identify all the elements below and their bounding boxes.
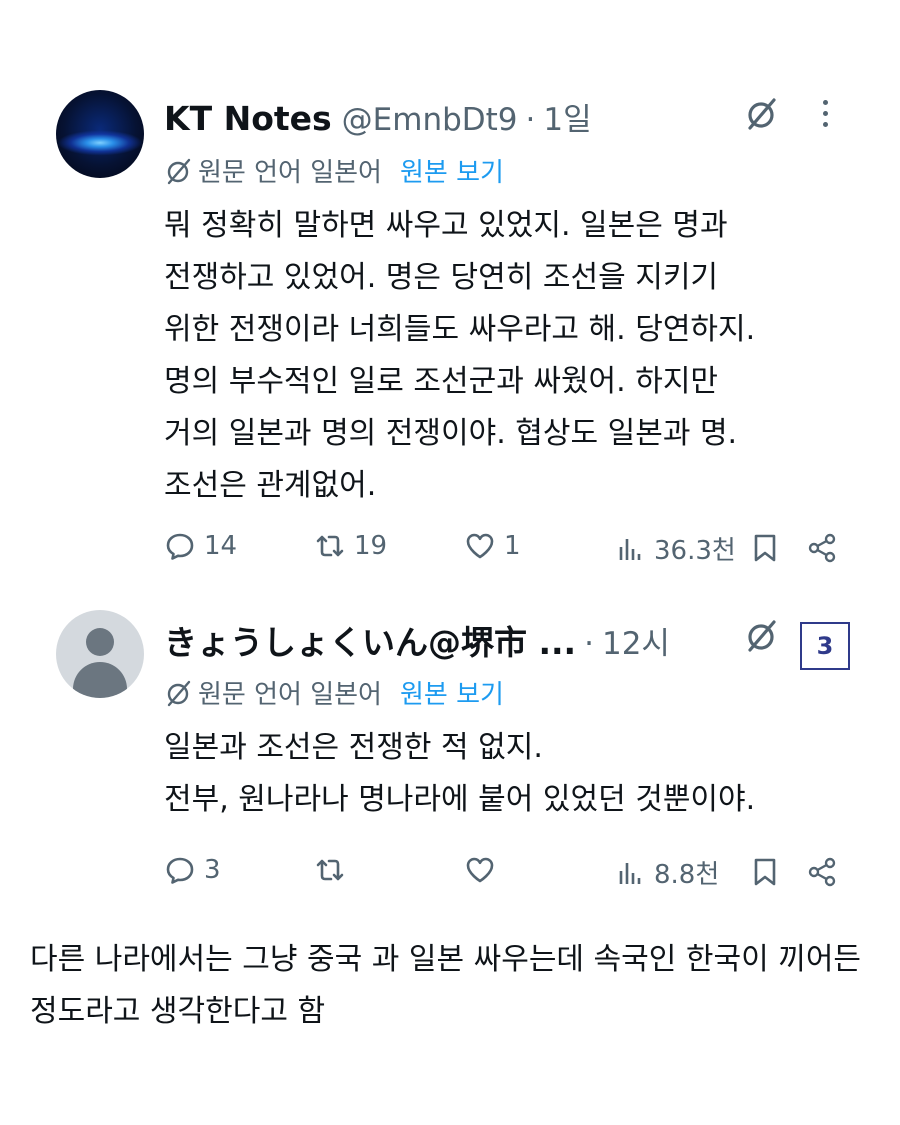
repost-icon: [316, 859, 344, 881]
avatar[interactable]: [56, 90, 144, 178]
display-name[interactable]: KT Notes: [164, 99, 332, 138]
views-icon: [619, 538, 641, 560]
translation-row: 원문 언어 일본어 원본 보기: [164, 674, 504, 711]
translation-note: 원문 언어 일본어: [198, 680, 382, 710]
repost-button[interactable]: [314, 854, 346, 886]
avatar-body: [73, 662, 127, 698]
like-icon: [466, 533, 494, 559]
repost-count: 19: [354, 531, 388, 561]
bookmark-icon[interactable]: [750, 856, 780, 888]
like-button[interactable]: [464, 854, 496, 886]
reply-count: 3: [204, 855, 221, 885]
repost-icon: [316, 535, 344, 557]
reply-icon: [166, 857, 194, 884]
action-bar: 3 8.8천: [164, 854, 844, 894]
tweet-text: 일본과 조선은 전쟁한 적 없지. 전부, 원나라나 명나라에 붙어 있었던 것…: [164, 730, 756, 817]
display-name[interactable]: きょうしょくいん@堺市 ...: [164, 616, 576, 664]
reply-button[interactable]: 14: [164, 530, 237, 562]
views-icon: [619, 862, 641, 884]
tweet-header: KT Notes @EmnbDt9 · 1일: [164, 94, 592, 138]
separator: ·: [584, 626, 594, 662]
translate-icon: [167, 680, 191, 706]
share-icon[interactable]: [806, 856, 838, 888]
avatar-head: [86, 628, 114, 656]
user-handle[interactable]: @EmnbDt9: [342, 102, 518, 138]
translation-note: 원문 언어 일본어: [198, 158, 382, 188]
grok-icon[interactable]: [744, 96, 778, 132]
reply-button[interactable]: 3: [164, 854, 221, 886]
more-icon[interactable]: [820, 100, 830, 130]
tweet-text: 뭐 정확히 말하면 싸우고 있었지. 일본은 명과 전쟁하고 있었어. 명은 당…: [164, 208, 756, 503]
like-icon: [466, 857, 494, 883]
tweet-header: きょうしょくいん@堺市 ... · 12시: [164, 616, 670, 663]
views-button[interactable]: 8.8천: [614, 854, 719, 891]
avatar[interactable]: [56, 610, 144, 698]
separator: ·: [525, 102, 536, 138]
timestamp[interactable]: 1일: [543, 94, 591, 139]
views-count: 36.3천: [654, 536, 736, 566]
reply-icon: [166, 533, 194, 560]
translate-icon: [167, 158, 191, 184]
views-count: 8.8천: [654, 860, 720, 890]
bookmark-icon[interactable]: [750, 532, 780, 564]
like-button[interactable]: 1: [464, 530, 521, 562]
timestamp[interactable]: 12시: [602, 618, 670, 663]
like-count: 1: [504, 531, 521, 561]
show-original-link[interactable]: 원본 보기: [400, 152, 504, 189]
number-badge: 3: [800, 622, 850, 670]
share-icon[interactable]: [806, 532, 838, 564]
action-bar: 14 19 1 36.3천: [164, 530, 844, 570]
repost-button[interactable]: 19: [314, 530, 387, 562]
grok-icon[interactable]: [744, 618, 778, 654]
translation-row: 원문 언어 일본어 원본 보기: [164, 152, 504, 189]
views-button[interactable]: 36.3천: [614, 530, 736, 567]
caption-text: 다른 나라에서는 그냥 중국 과 일본 싸우는데 속국인 한국이 끼어든 정도라…: [30, 942, 862, 1029]
show-original-link[interactable]: 원본 보기: [400, 674, 504, 711]
reply-count: 14: [204, 531, 238, 561]
